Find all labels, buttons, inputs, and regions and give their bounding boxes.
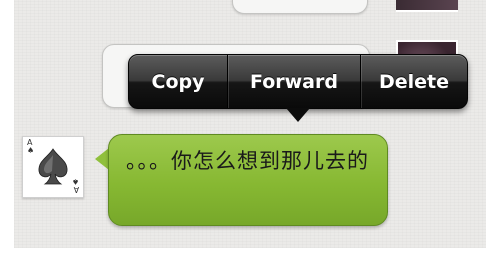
spade-card-icon: [38, 148, 68, 185]
card-rank-label: A: [73, 185, 79, 194]
previous-message-bubble[interactable]: [232, 0, 368, 14]
card-suit-label: ♠: [71, 177, 79, 186]
contact-avatar[interactable]: A ♠ A ♠: [22, 136, 84, 198]
message-context-menu: Copy Forward Delete: [128, 54, 468, 109]
message-text: 。。。你怎么想到那儿去的: [126, 149, 369, 173]
delete-menu-item[interactable]: Delete: [360, 55, 467, 108]
card-suit-label: ♠: [27, 146, 35, 155]
card-rank-bottom: A ♠: [71, 177, 79, 194]
self-avatar[interactable]: [396, 0, 458, 12]
context-menu-pointer: [286, 108, 310, 122]
copy-menu-item[interactable]: Copy: [129, 55, 227, 108]
card-rank-top: A ♠: [27, 139, 34, 155]
forward-menu-item[interactable]: Forward: [227, 55, 360, 108]
message-bubble-tail: [95, 148, 109, 170]
